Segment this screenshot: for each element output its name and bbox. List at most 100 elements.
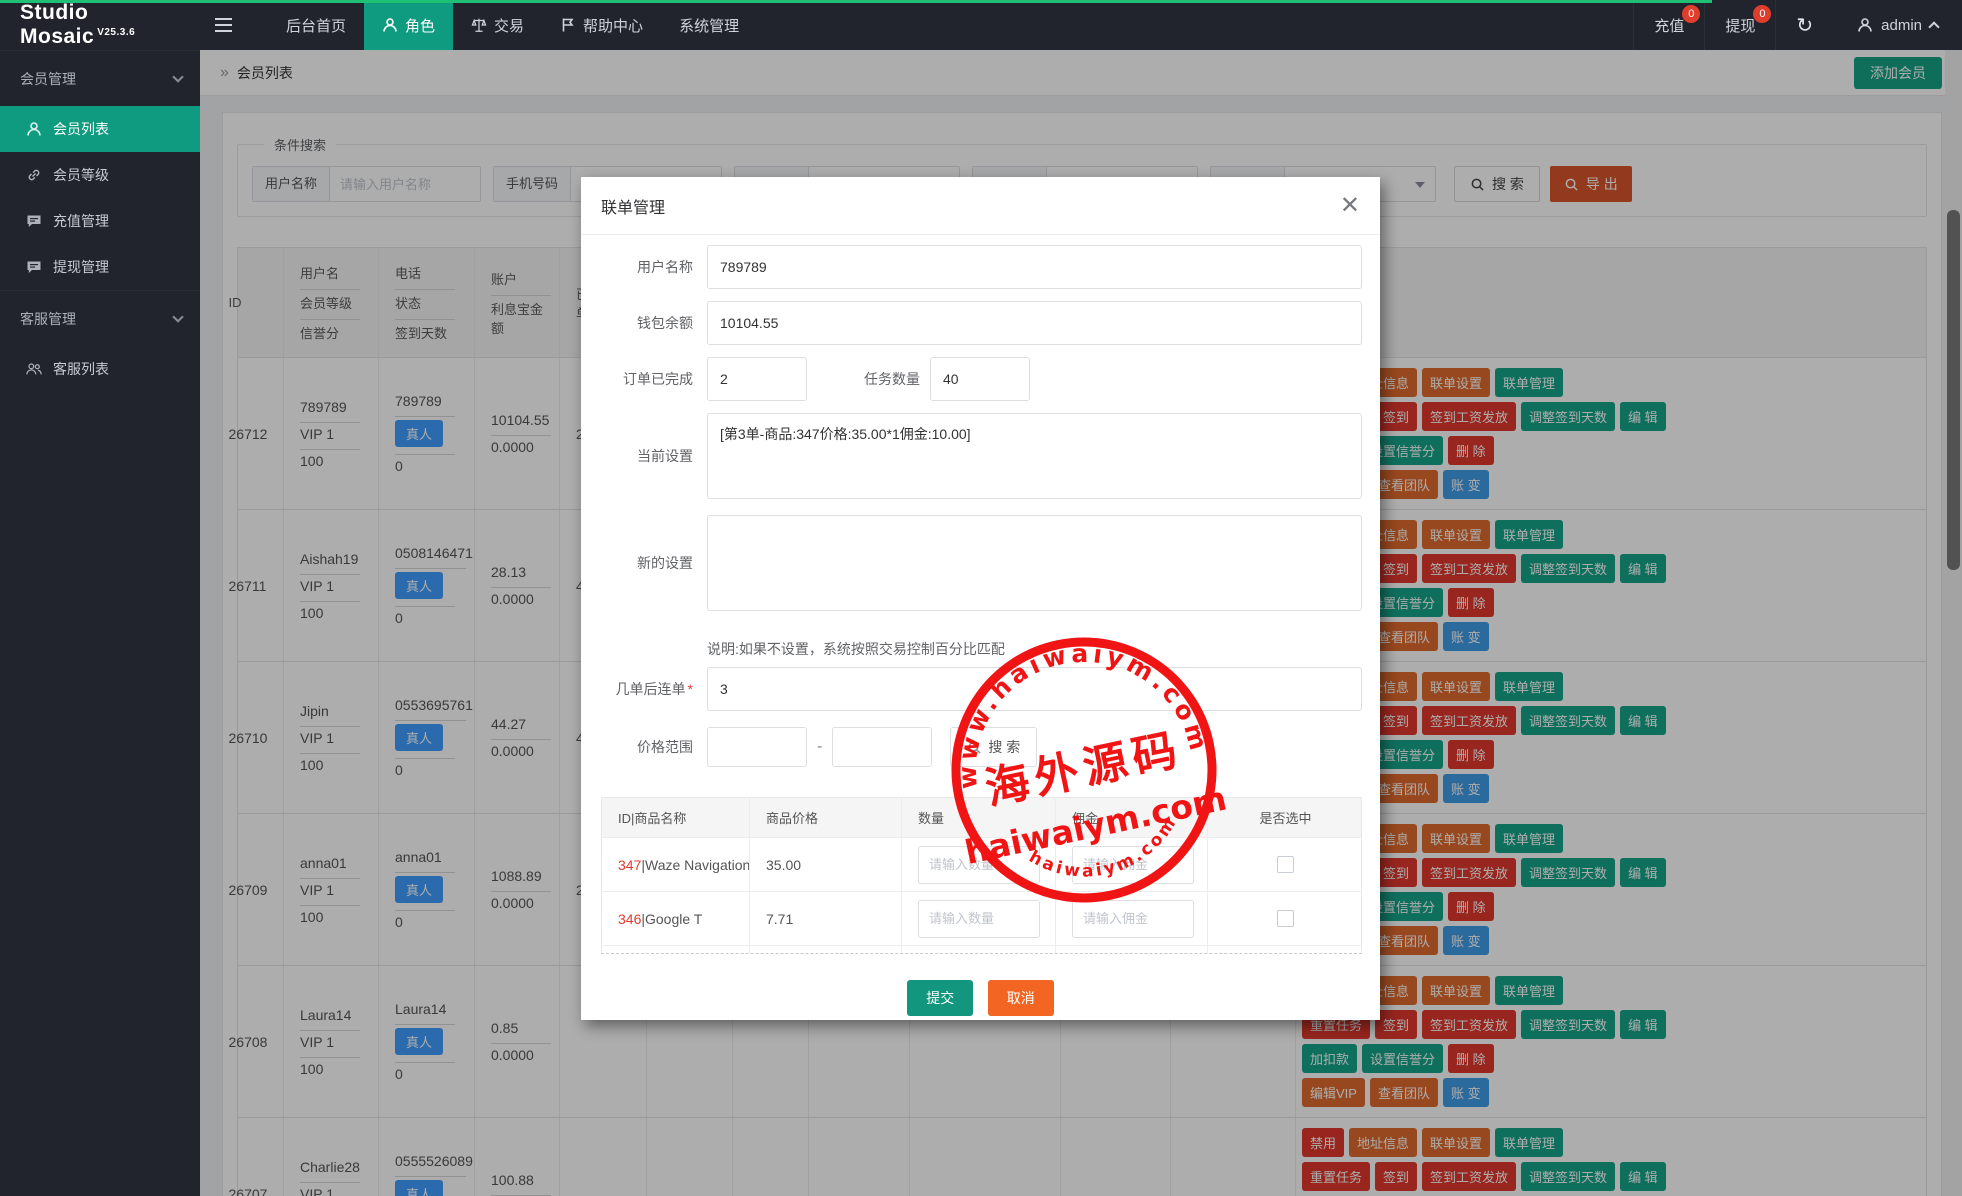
search-icon xyxy=(967,740,982,755)
current-setting-label: 当前设置 xyxy=(581,446,707,466)
nav-item-5[interactable]: 系统管理 xyxy=(661,0,757,50)
top-menu: 后台首页 角色 交易 帮助中心 系统管理 xyxy=(268,0,757,50)
people-icon xyxy=(26,361,42,377)
navbar-right: 充值 0 提现 0 ↻ admin xyxy=(1633,0,1962,50)
nav-item-label: 交易 xyxy=(494,15,524,36)
sidebar-item-label: 会员等级 xyxy=(53,165,109,185)
person-icon xyxy=(26,121,42,137)
sidebar-group-label: 会员管理 xyxy=(20,69,76,89)
product-qty-cell xyxy=(902,838,1056,892)
hamburger-menu-icon[interactable] xyxy=(200,0,246,50)
withdraw-button[interactable]: 提现 0 xyxy=(1704,0,1775,50)
current-setting-field[interactable]: [第3单-商品:347价格:35.00*1佣金:10.00] xyxy=(707,413,1362,499)
nav-item-label: 系统管理 xyxy=(679,15,739,36)
product-id: 347 xyxy=(618,857,641,873)
wallet-balance-field[interactable] xyxy=(707,301,1362,345)
product-select-cell xyxy=(1208,892,1362,946)
nav-item-1[interactable]: 后台首页 xyxy=(268,0,364,50)
top-navbar: Studio MosaicV25.3.6 后台首页 角色 交易 帮助中心 系统管理 充值… xyxy=(0,0,1962,50)
sidebar-item-提现管理[interactable]: 提现管理 xyxy=(0,244,200,290)
user-icon xyxy=(1857,17,1873,33)
nav-item-label: 帮助中心 xyxy=(583,15,643,36)
commission-input[interactable] xyxy=(1072,846,1194,884)
chain-after-field[interactable] xyxy=(707,667,1362,711)
price-min-field[interactable] xyxy=(707,727,807,767)
chain-after-label: 几单后连单* xyxy=(581,679,707,699)
sidebar: 会员管理会员列表会员等级充值管理提现管理客服管理客服列表 xyxy=(0,50,200,1196)
username-label: 用户名称 xyxy=(581,257,707,277)
product-table: ID|商品名称商品价格数量佣金是否选中347|Waze Navigation35… xyxy=(601,797,1362,954)
modal-footer: 提交 取消 xyxy=(581,954,1380,1016)
chevron-up-icon xyxy=(1928,21,1939,32)
nav-item-label: 角色 xyxy=(405,15,435,36)
sidebar-group-1[interactable]: 会员管理 xyxy=(0,50,200,106)
sidebar-group-2[interactable]: 客服管理 xyxy=(0,290,200,346)
nav-item-4[interactable]: 帮助中心 xyxy=(542,0,661,50)
cancel-button[interactable]: 取消 xyxy=(988,980,1054,1016)
app-logo: Studio MosaicV25.3.6 xyxy=(0,1,200,49)
product-name-cell: 346|Google T xyxy=(602,892,750,946)
qty-input[interactable] xyxy=(918,900,1040,938)
nav-item-3[interactable]: 交易 xyxy=(453,0,542,50)
nav-item-label: 后台首页 xyxy=(286,15,346,36)
chevron-down-icon xyxy=(172,71,183,82)
product-name: |Google T xyxy=(641,911,702,927)
user-name: admin xyxy=(1881,17,1922,34)
orders-done-label: 订单已完成 xyxy=(581,369,707,389)
product-header-5: 是否选中 xyxy=(1208,798,1362,838)
product-search-button[interactable]: 搜 索 xyxy=(950,727,1037,767)
product-fee-cell xyxy=(1056,892,1208,946)
recharge-button[interactable]: 充值 0 xyxy=(1633,0,1704,50)
sidebar-item-充值管理[interactable]: 充值管理 xyxy=(0,198,200,244)
sidebar-item-会员等级[interactable]: 会员等级 xyxy=(0,152,200,198)
wallet-balance-label: 钱包余额 xyxy=(581,313,707,333)
close-icon[interactable]: ✕ xyxy=(1340,194,1360,218)
refresh-icon[interactable]: ↻ xyxy=(1775,0,1833,50)
qty-input[interactable] xyxy=(918,846,1040,884)
submit-button[interactable]: 提交 xyxy=(907,980,973,1016)
product-price-cell xyxy=(750,946,902,954)
scales-icon xyxy=(471,17,487,33)
product-fee-cell xyxy=(1056,838,1208,892)
chevron-down-icon xyxy=(172,311,183,322)
product-qty-cell xyxy=(902,946,1056,954)
select-checkbox[interactable] xyxy=(1277,856,1294,873)
task-count-label: 任务数量 xyxy=(807,369,930,389)
task-count-field[interactable] xyxy=(930,357,1030,401)
orders-done-field[interactable] xyxy=(707,357,807,401)
product-header-2: 商品价格 xyxy=(750,798,902,838)
product-table-wrap: ID|商品名称商品价格数量佣金是否选中347|Waze Navigation35… xyxy=(601,797,1362,954)
product-fee-cell xyxy=(1056,946,1208,954)
product-name-cell: 347|Waze Navigation xyxy=(602,838,750,892)
nav-item-2[interactable]: 角色 xyxy=(364,0,453,50)
setting-note: 说明:如果不设置，系统按照交易控制百分比匹配 xyxy=(707,639,1380,659)
product-header-row: ID|商品名称商品价格数量佣金是否选中 xyxy=(602,798,1361,838)
chain-order-modal: 联单管理 ✕ 用户名称 钱包余额 订单已完成 任务数量 当前设置 [第3单-商品… xyxy=(581,177,1380,1020)
person-icon xyxy=(382,17,398,33)
product-row: 347|Waze Navigation35.00 xyxy=(602,838,1361,892)
price-max-field[interactable] xyxy=(832,727,932,767)
product-name: |Waze Navigation xyxy=(641,857,750,873)
product-row: 346|Google T7.71 xyxy=(602,892,1361,946)
app-version: V25.3.6 xyxy=(97,27,135,38)
progress-bar xyxy=(0,0,1712,3)
sidebar-item-label: 客服列表 xyxy=(53,359,109,379)
product-price-cell: 35.00 xyxy=(750,838,902,892)
page: Studio MosaicV25.3.6 后台首页 角色 交易 帮助中心 系统管理 充值… xyxy=(0,0,1962,1196)
product-header-3: 数量 xyxy=(902,798,1056,838)
user-menu[interactable]: admin xyxy=(1833,0,1962,50)
product-header-4: 佣金 xyxy=(1056,798,1208,838)
comment-icon xyxy=(26,213,42,229)
new-setting-label: 新的设置 xyxy=(581,553,707,573)
username-field[interactable] xyxy=(707,245,1362,289)
product-select-cell xyxy=(1208,946,1362,954)
select-checkbox[interactable] xyxy=(1277,910,1294,927)
sidebar-item-会员列表[interactable]: 会员列表 xyxy=(0,106,200,152)
commission-input[interactable] xyxy=(1072,900,1194,938)
new-setting-field[interactable] xyxy=(707,515,1362,611)
price-range-separator: - xyxy=(817,738,822,756)
product-id: 346 xyxy=(618,911,641,927)
sidebar-item-label: 会员列表 xyxy=(53,119,109,139)
sidebar-item-客服列表[interactable]: 客服列表 xyxy=(0,346,200,392)
recharge-badge: 0 xyxy=(1682,5,1700,23)
